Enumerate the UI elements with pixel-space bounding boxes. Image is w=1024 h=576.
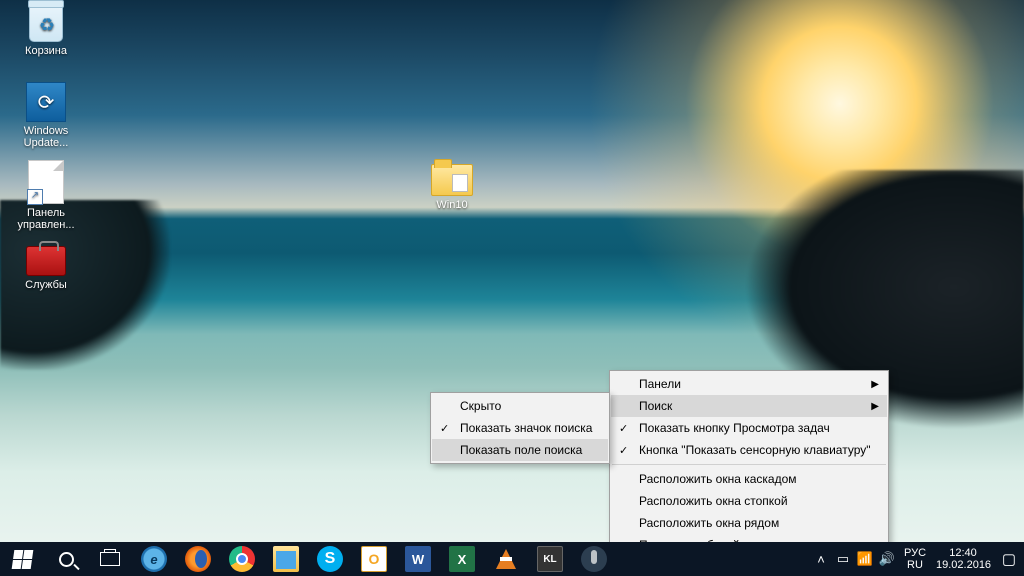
- task-view-button[interactable]: [88, 542, 132, 576]
- tray-lang-line2: RU: [898, 559, 932, 571]
- shortcut-icon: [28, 160, 64, 204]
- tray-date: 19.02.2016: [936, 559, 990, 571]
- menu-item-label: Панели: [639, 377, 681, 391]
- system-tray: ˄ ▭ 📶 🔊 РУС RU 12:40 19.02.2016 ▢: [810, 542, 1024, 576]
- submenu-arrow-icon: ▶: [871, 379, 879, 390]
- menu-item-show-touch-keyboard[interactable]: ✓ Кнопка "Показать сенсорную клавиатуру": [611, 439, 887, 461]
- tray-time: 12:40: [936, 547, 990, 559]
- internet-explorer-icon: e: [141, 546, 167, 572]
- search-submenu: Скрыто ✓ Показать значок поиска Показать…: [430, 392, 610, 464]
- search-icon: [59, 552, 74, 567]
- menu-item-stack-windows[interactable]: Расположить окна стопкой: [611, 490, 887, 512]
- taskbar-app-klite[interactable]: KL: [528, 542, 572, 576]
- desktop[interactable]: ♻ Корзина ⟳ Windows Update... Панель упр…: [0, 0, 1024, 576]
- desktop-icon-label: Win10: [414, 199, 490, 211]
- tray-lang-line1: РУС: [898, 547, 932, 559]
- menu-item-label: Расположить окна стопкой: [639, 494, 788, 508]
- start-button[interactable]: [0, 542, 44, 576]
- menu-item-side-by-side-windows[interactable]: Расположить окна рядом: [611, 512, 887, 534]
- menu-item-label: Поиск: [639, 399, 672, 413]
- taskbar-search-button[interactable]: [44, 542, 88, 576]
- menu-item-show-search-field[interactable]: Показать поле поиска: [432, 439, 608, 461]
- taskbar-app-word[interactable]: W: [396, 542, 440, 576]
- desktop-icon-control-panel[interactable]: Панель управлен...: [8, 160, 84, 231]
- taskbar-app-excel[interactable]: X: [440, 542, 484, 576]
- menu-item-label: Кнопка "Показать сенсорную клавиатуру": [639, 443, 871, 457]
- desktop-icon-label: Службы: [8, 279, 84, 291]
- headset-icon: [581, 546, 607, 572]
- taskbar[interactable]: e S O W X KL ˄ ▭ 📶 🔊 РУС RU 12:40 19.02.…: [0, 542, 1024, 576]
- desktop-icon-win10-folder[interactable]: Win10: [414, 160, 490, 211]
- menu-item-label: Расположить окна рядом: [639, 516, 779, 530]
- taskbar-app-ie[interactable]: e: [132, 542, 176, 576]
- submenu-arrow-icon: ▶: [871, 401, 879, 412]
- menu-item-label: Показать значок поиска: [460, 421, 592, 435]
- excel-icon: X: [449, 546, 475, 572]
- taskbar-app-teamspeak[interactable]: [572, 542, 616, 576]
- desktop-icon-services[interactable]: Службы: [8, 238, 84, 291]
- menu-item-panels[interactable]: Панели ▶: [611, 373, 887, 395]
- windows-update-icon: ⟳: [26, 82, 66, 122]
- skype-icon: S: [317, 546, 343, 572]
- tray-volume-icon[interactable]: 🔊: [876, 551, 898, 567]
- tray-language-indicator[interactable]: РУС RU: [898, 547, 932, 571]
- desktop-icon-recycle-bin[interactable]: ♻ Корзина: [8, 4, 84, 57]
- check-icon: ✓: [619, 422, 628, 435]
- menu-separator: [612, 464, 886, 465]
- taskbar-app-skype[interactable]: S: [308, 542, 352, 576]
- task-view-icon: [100, 552, 120, 566]
- desktop-icon-label: Корзина: [8, 45, 84, 57]
- recycle-bin-icon: ♻: [29, 4, 63, 42]
- menu-item-show-search-icon[interactable]: ✓ Показать значок поиска: [432, 417, 608, 439]
- menu-item-show-taskview-button[interactable]: ✓ Показать кнопку Просмотра задач: [611, 417, 887, 439]
- check-icon: ✓: [440, 422, 449, 435]
- tray-action-center-icon[interactable]: ▢: [994, 550, 1024, 568]
- tray-battery-icon[interactable]: ▭: [832, 551, 854, 567]
- menu-item-cascade-windows[interactable]: Расположить окна каскадом: [611, 468, 887, 490]
- outlook-icon: O: [361, 546, 387, 572]
- firefox-icon: [185, 546, 211, 572]
- desktop-icon-label: Windows Update...: [8, 125, 84, 149]
- menu-item-search[interactable]: Поиск ▶: [611, 395, 887, 417]
- check-icon: ✓: [619, 444, 628, 457]
- tray-chevron-up-icon[interactable]: ˄: [810, 552, 832, 567]
- menu-item-label: Скрыто: [460, 399, 501, 413]
- menu-item-label: Расположить окна каскадом: [639, 472, 797, 486]
- menu-item-label: Показать кнопку Просмотра задач: [639, 421, 830, 435]
- taskbar-app-chrome[interactable]: [220, 542, 264, 576]
- desktop-icon-windows-update[interactable]: ⟳ Windows Update...: [8, 82, 84, 149]
- desktop-icon-label: Панель управлен...: [8, 207, 84, 231]
- windows-logo-icon: [11, 550, 33, 569]
- tray-clock[interactable]: 12:40 19.02.2016: [932, 547, 994, 571]
- taskbar-app-outlook[interactable]: O: [352, 542, 396, 576]
- taskbar-app-explorer[interactable]: [264, 542, 308, 576]
- chrome-icon: [229, 546, 255, 572]
- toolbox-icon: [26, 246, 66, 276]
- word-icon: W: [405, 546, 431, 572]
- taskbar-app-firefox[interactable]: [176, 542, 220, 576]
- menu-item-label: Показать поле поиска: [460, 443, 582, 457]
- folder-icon: [431, 164, 473, 196]
- tray-network-icon[interactable]: 📶: [854, 551, 876, 567]
- taskbar-app-vlc[interactable]: [484, 542, 528, 576]
- file-explorer-icon: [273, 546, 299, 572]
- menu-item-search-hidden[interactable]: Скрыто: [432, 395, 608, 417]
- vlc-icon: [496, 549, 516, 569]
- codec-icon: KL: [537, 546, 563, 572]
